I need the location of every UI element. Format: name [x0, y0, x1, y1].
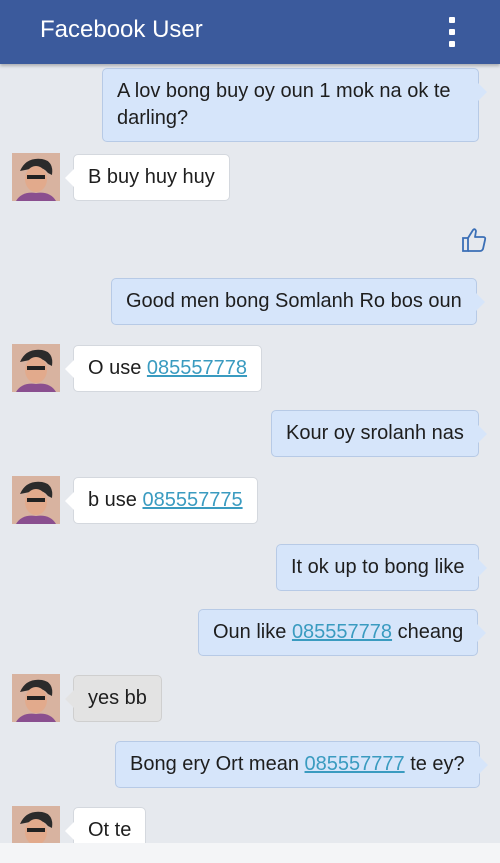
phone-link[interactable]: 085557775	[142, 489, 242, 511]
incoming-message[interactable]: yes bb	[65, 675, 162, 722]
overflow-menu-icon[interactable]	[440, 12, 464, 52]
outgoing-message[interactable]: Good men bong Somlanh Ro bos oun	[111, 278, 485, 325]
message-text: te ey?	[404, 753, 465, 775]
message-text: Good men bong Somlanh Ro bos oun	[126, 290, 462, 312]
phone-link[interactable]: 085557777	[305, 753, 405, 775]
message-text: Ot te	[88, 819, 132, 841]
phone-link[interactable]: 085557778	[147, 357, 247, 379]
outgoing-message[interactable]: Oun like 085557778 cheang	[198, 609, 487, 656]
message-text: It ok up to bong like	[291, 556, 465, 578]
message-text: O use	[88, 357, 147, 379]
outgoing-message[interactable]: A lov bong buy oy oun 1 mok na ok te dar…	[102, 68, 487, 142]
incoming-message[interactable]: O use 085557778	[64, 345, 263, 392]
message-text: B buy huy huy	[88, 166, 215, 188]
message-text: b use	[88, 489, 143, 511]
conversation-title: Facebook User	[40, 16, 203, 43]
incoming-message[interactable]: b use 085557775	[65, 477, 258, 524]
incoming-message[interactable]: B buy huy huy	[65, 154, 230, 201]
outgoing-message[interactable]: It ok up to bong like	[276, 544, 488, 591]
avatar[interactable]	[12, 344, 60, 392]
phone-link[interactable]: 085557778	[292, 621, 392, 643]
avatar[interactable]	[12, 153, 60, 201]
message-text: yes bb	[88, 687, 147, 709]
message-text: Bong ery Ort mean	[130, 753, 305, 775]
bottom-edge	[0, 843, 500, 863]
thumbs-up-icon[interactable]	[460, 226, 488, 254]
app-bar: Facebook User	[0, 0, 500, 64]
outgoing-message[interactable]: Bong ery Ort mean 085557777 te ey?	[115, 741, 488, 788]
avatar[interactable]	[12, 476, 60, 524]
outgoing-message[interactable]: Kour oy srolanh nas	[271, 410, 487, 457]
avatar[interactable]	[12, 674, 60, 722]
message-text: A lov bong buy oy oun 1 mok na ok te dar…	[117, 80, 451, 129]
message-text: Oun like	[213, 621, 292, 643]
message-thread[interactable]: A lov bong buy oy oun 1 mok na ok te dar…	[0, 64, 500, 854]
message-text: cheang	[392, 621, 464, 643]
message-text: Kour oy srolanh nas	[286, 422, 464, 444]
